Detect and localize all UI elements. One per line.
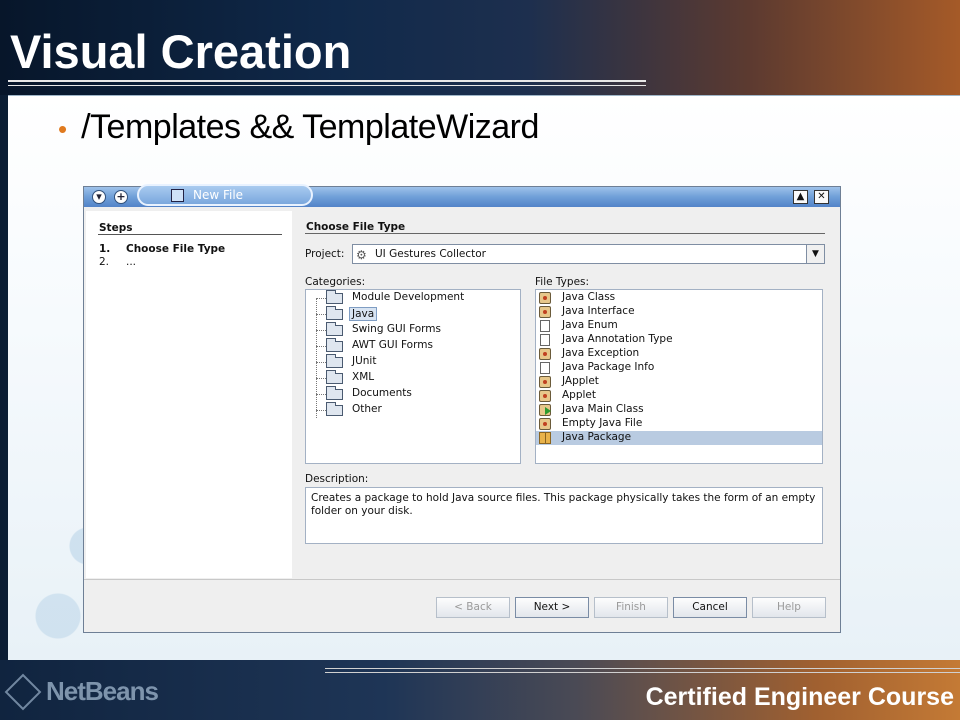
step-item: 1. Choose File Type <box>99 243 226 255</box>
section-divider <box>305 233 825 234</box>
description-label: Description: <box>305 473 369 485</box>
list-item[interactable]: Java Package Info <box>536 361 822 375</box>
finish-button[interactable]: Finish <box>594 597 668 618</box>
project-select[interactable]: ⚙ UI Gestures Collector ▼ <box>352 244 825 264</box>
file-types-label: File Types: <box>535 276 590 288</box>
java-class-icon <box>539 390 551 402</box>
java-class-icon <box>539 376 551 388</box>
java-main-class-icon <box>539 404 551 416</box>
list-item-selected[interactable]: Java Package <box>536 431 822 445</box>
list-item[interactable]: JApplet <box>536 375 822 389</box>
steps-pane: Steps 1. Choose File Type 2.... <box>86 211 292 578</box>
document-icon <box>540 362 550 374</box>
project-icon: ⚙ <box>356 248 367 262</box>
tree-item-awt-gui-forms[interactable]: AWT GUI Forms <box>306 338 520 354</box>
tree-item-documents[interactable]: Documents <box>306 386 520 402</box>
java-class-icon <box>539 292 551 304</box>
dialog-title-tab: New File <box>137 184 313 206</box>
list-item[interactable]: Java Class <box>536 291 822 305</box>
title-rule <box>8 80 646 82</box>
description-text: Creates a package to hold Java source fi… <box>305 487 823 544</box>
tree-item-xml[interactable]: XML <box>306 370 520 386</box>
file-types-list[interactable]: Java Class Java Interface Java Enum Java… <box>535 289 823 464</box>
cancel-button[interactable]: Cancel <box>673 597 747 618</box>
bullet-dot-icon: • <box>58 114 68 144</box>
next-button[interactable]: Next > <box>515 597 589 618</box>
list-item[interactable]: Empty Java File <box>536 417 822 431</box>
maximize-icon[interactable]: ▲ <box>793 190 808 204</box>
folder-icon <box>326 290 343 304</box>
folder-icon <box>326 370 343 384</box>
java-class-icon <box>539 348 551 360</box>
netbeans-cube-icon <box>4 673 42 710</box>
section-title: Choose File Type <box>306 221 406 233</box>
folder-icon <box>326 306 343 320</box>
folder-icon <box>326 322 343 336</box>
help-button[interactable]: Help <box>752 597 826 618</box>
back-button[interactable]: < Back <box>436 597 510 618</box>
folder-icon <box>326 354 343 368</box>
dialog-titlebar[interactable]: ▾ + New File ▲ ✕ <box>84 184 840 207</box>
slide-title: Visual Creation <box>10 25 352 78</box>
window-menu-icon[interactable]: ▾ <box>92 190 106 204</box>
folder-icon <box>326 402 343 416</box>
bullet-item: • /Templates && TemplateWizard <box>58 108 539 147</box>
logo-text: NetBeans <box>46 676 159 706</box>
package-icon <box>539 432 551 444</box>
new-file-icon <box>171 189 184 202</box>
course-label: Certified Engineer Course <box>645 683 954 711</box>
project-value: UI Gestures Collector <box>375 248 486 260</box>
list-item[interactable]: Java Exception <box>536 347 822 361</box>
list-item[interactable]: Applet <box>536 389 822 403</box>
steps-divider <box>98 234 282 235</box>
bullet-text: /Templates && TemplateWizard <box>81 108 539 146</box>
list-item[interactable]: Java Main Class <box>536 403 822 417</box>
java-class-icon <box>539 418 551 430</box>
footer-rule-thin <box>325 672 960 673</box>
folder-icon <box>326 386 343 400</box>
categories-tree[interactable]: Module Development Java Swing GUI Forms … <box>305 289 521 464</box>
close-icon[interactable]: ✕ <box>814 190 829 204</box>
tree-item-module-development[interactable]: Module Development <box>306 290 520 306</box>
dialog-title: New File <box>193 188 244 202</box>
add-icon[interactable]: + <box>114 190 128 204</box>
list-item[interactable]: Java Enum <box>536 319 822 333</box>
button-bar: < Back Next > Finish Cancel Help <box>84 579 840 632</box>
java-class-icon <box>539 306 551 318</box>
document-icon <box>540 320 550 332</box>
list-item[interactable]: Java Interface <box>536 305 822 319</box>
netbeans-logo: NetBeans <box>4 673 159 710</box>
new-file-dialog: ▾ + New File ▲ ✕ Steps 1. Choose File Typ… <box>83 184 841 633</box>
tree-item-other[interactable]: Other <box>306 402 520 418</box>
title-rule-thin <box>8 85 646 86</box>
footer-rule <box>325 668 960 669</box>
chevron-down-icon[interactable]: ▼ <box>806 245 824 263</box>
folder-icon <box>326 338 343 352</box>
tree-item-swing-gui-forms[interactable]: Swing GUI Forms <box>306 322 520 338</box>
document-icon <box>540 334 550 346</box>
categories-label: Categories: <box>305 276 366 288</box>
project-label: Project: <box>305 248 345 260</box>
list-item[interactable]: Java Annotation Type <box>536 333 822 347</box>
steps-header: Steps <box>99 222 133 234</box>
tree-item-junit[interactable]: JUnit <box>306 354 520 370</box>
step-item: 2.... <box>99 256 137 268</box>
tree-item-java[interactable]: Java <box>306 306 520 322</box>
